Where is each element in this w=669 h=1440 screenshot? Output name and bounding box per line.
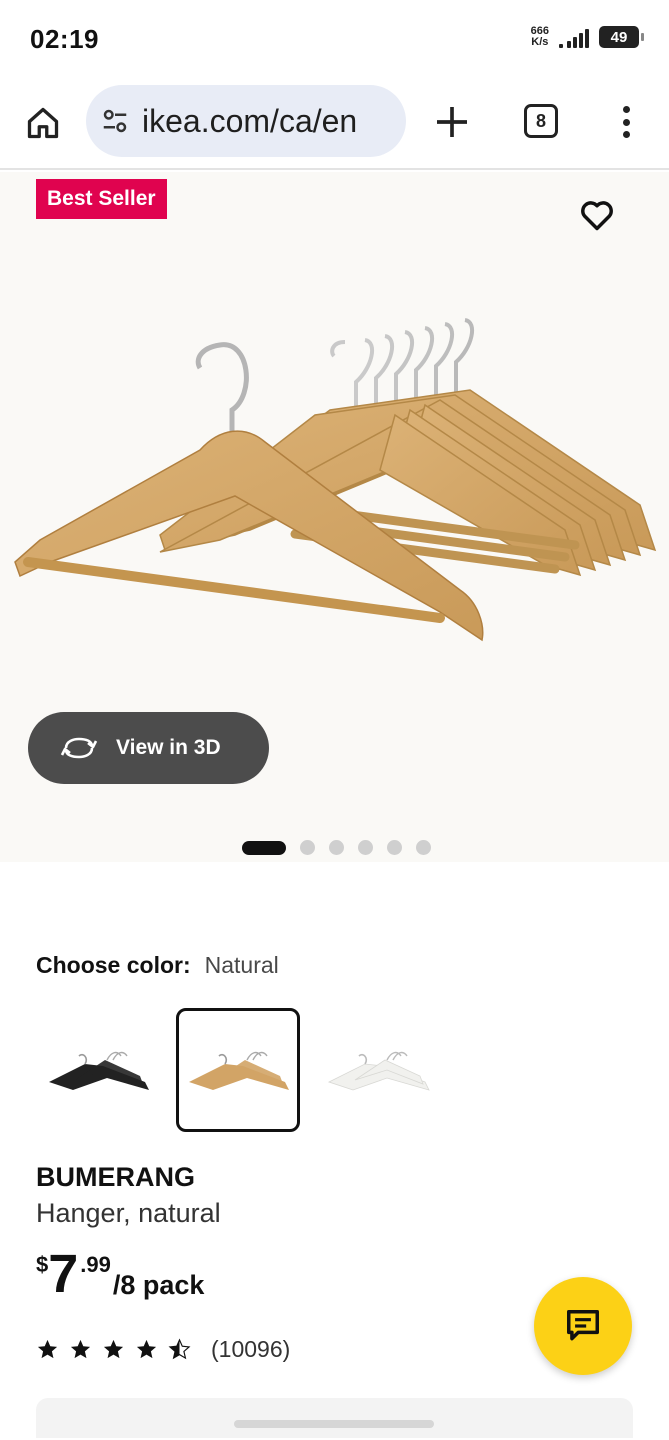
best-seller-badge: Best Seller — [36, 179, 167, 219]
product-name: BUMERANG — [36, 1162, 195, 1192]
star-half-icon — [168, 1338, 191, 1360]
color-label: Choose color: — [36, 952, 191, 978]
product-price: $ 7 .99 /8 pack — [36, 1244, 205, 1304]
carousel-dot[interactable] — [416, 840, 431, 855]
swatch-white[interactable] — [316, 1008, 440, 1132]
swatch-natural[interactable] — [176, 1008, 300, 1132]
signal-icon — [559, 26, 589, 48]
product-rating[interactable]: (10096) — [36, 1336, 290, 1363]
white-hanger-thumbnail — [327, 1051, 430, 1091]
color-value: Natural — [204, 952, 279, 978]
chat-icon — [567, 1310, 599, 1341]
status-bar: 02:19 666 K/s 49 — [0, 0, 669, 80]
carousel-dot[interactable] — [387, 840, 402, 855]
browser-toolbar: ikea.com/ca/en 8 — [0, 80, 669, 170]
heart-icon[interactable] — [578, 196, 616, 234]
status-icons: 666 K/s 49 — [530, 25, 644, 48]
carousel-pagination — [242, 840, 431, 855]
site-settings-icon[interactable] — [100, 106, 130, 136]
address-bar[interactable]: ikea.com/ca/en — [86, 85, 406, 157]
chat-button[interactable] — [534, 1277, 632, 1375]
home-button[interactable] — [22, 102, 64, 144]
star-full-icon — [136, 1339, 157, 1359]
product-description: Hanger, natural — [36, 1198, 221, 1228]
rotate-3d-icon — [60, 737, 98, 759]
product-photo — [14, 318, 657, 642]
url-text: ikea.com/ca/en — [142, 102, 358, 139]
star-full-icon — [70, 1339, 91, 1359]
more-menu-icon[interactable] — [612, 102, 640, 142]
carousel-dot-active[interactable] — [242, 840, 286, 855]
review-count: (10096) — [211, 1336, 291, 1362]
star-full-icon — [103, 1339, 124, 1359]
swatch-black[interactable] — [36, 1008, 160, 1132]
carousel-dot[interactable] — [358, 840, 373, 855]
home-icon — [27, 107, 59, 139]
network-speed: 666 K/s — [530, 25, 549, 48]
view-in-3d-label: View in 3D — [116, 736, 221, 759]
carousel-dot[interactable] — [329, 840, 344, 855]
tab-switcher-button[interactable]: 8 — [524, 104, 558, 138]
star-full-icon — [37, 1339, 58, 1359]
gesture-handle[interactable] — [234, 1420, 434, 1428]
black-hanger-thumbnail — [49, 1051, 149, 1090]
color-chooser: Choose color: Natural — [36, 952, 279, 979]
next-section-card — [36, 1398, 633, 1438]
color-swatches — [36, 1008, 440, 1132]
natural-hanger-thumbnail — [189, 1051, 289, 1090]
new-tab-plus-icon[interactable] — [432, 102, 472, 142]
battery-icon: 49 — [599, 26, 644, 48]
status-time: 02:19 — [30, 24, 99, 54]
carousel-dot[interactable] — [300, 840, 315, 855]
view-in-3d-button[interactable]: View in 3D — [28, 712, 269, 784]
product-image-carousel[interactable]: Best Seller View in 3D — [0, 172, 669, 862]
